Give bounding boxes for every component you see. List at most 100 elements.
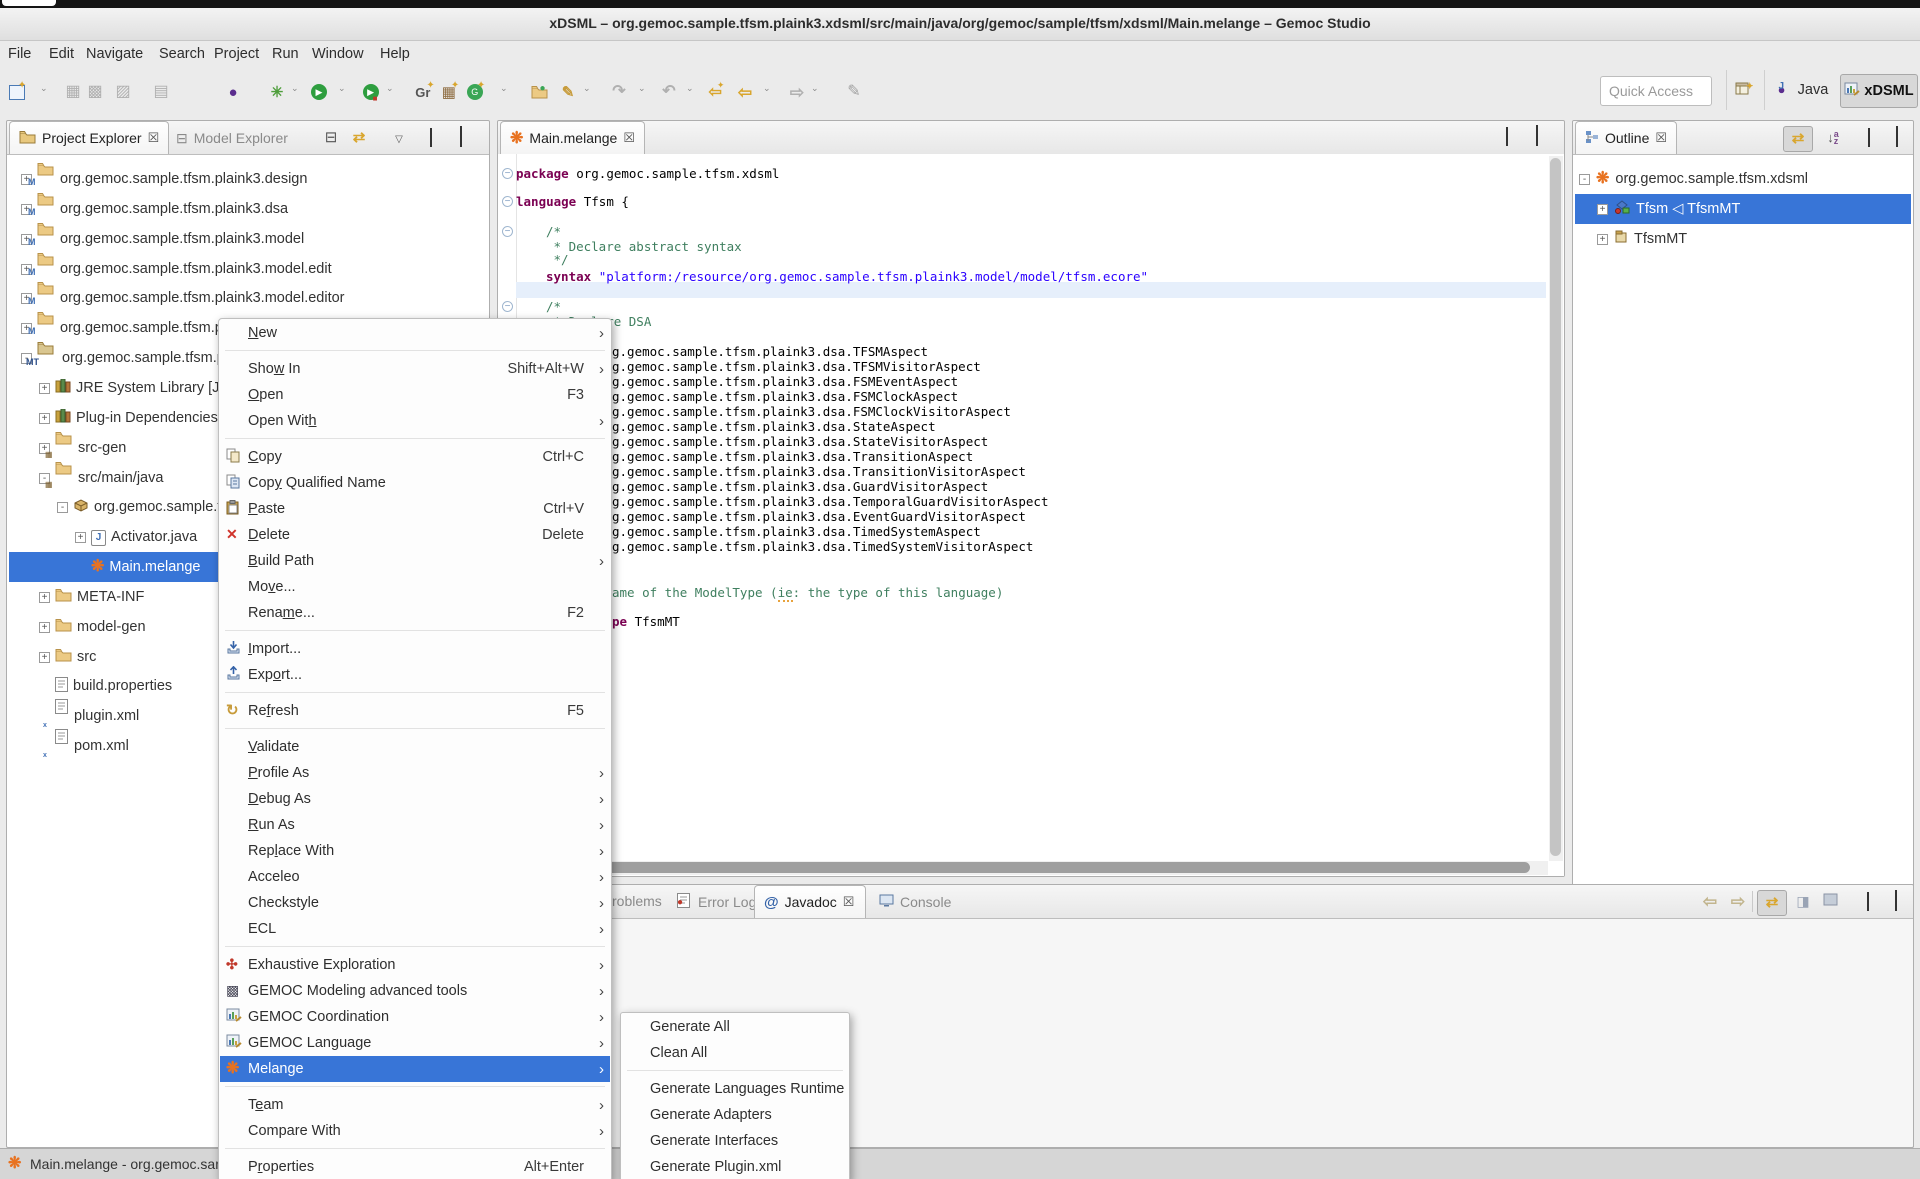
dropdown-chevron-icon[interactable]: ⌄: [338, 83, 346, 94]
panel-button-sort[interactable]: ↓az: [1819, 126, 1847, 150]
back-history-icon[interactable]: ⇦: [738, 81, 752, 103]
run-icon[interactable]: ▶: [311, 81, 327, 103]
tab-console[interactable]: Console: [870, 885, 960, 918]
tab-problems[interactable]: roblems: [612, 893, 662, 909]
expand-icon[interactable]: +: [75, 532, 86, 543]
perspective-xdsml[interactable]: xDSML: [1840, 74, 1918, 108]
dropdown-chevron-icon[interactable]: ⌄: [763, 83, 771, 94]
close-icon[interactable]: ☒: [1655, 130, 1667, 146]
toolbar-button-last-edit-location[interactable]: ⇦✦: [708, 80, 730, 104]
toolbar-button-pencil[interactable]: ✎: [843, 80, 865, 104]
quick-access-input[interactable]: [1600, 76, 1712, 106]
fold-collapse-icon[interactable]: −: [502, 168, 513, 179]
panel-button-minimize[interactable]: [1855, 126, 1883, 150]
menu-item-move-[interactable]: Move...: [220, 574, 610, 600]
menu-item-ecl[interactable]: ECL›: [220, 916, 610, 942]
expand-icon[interactable]: +: [39, 592, 50, 603]
toolbar-button-mark-occurrences[interactable]: ✎: [557, 80, 579, 104]
dropdown-chevron-icon[interactable]: ⌄: [638, 83, 646, 94]
menu-item-generate-interfaces[interactable]: Generate Interfaces: [622, 1128, 848, 1154]
run-external-tools-icon[interactable]: ▶■: [363, 81, 384, 103]
menubar-item-help[interactable]: Help: [380, 46, 410, 62]
menubar-item-project[interactable]: Project: [214, 46, 259, 62]
panel-button-minimize[interactable]: [1854, 890, 1882, 914]
menubar-item-navigate[interactable]: Navigate: [86, 46, 143, 62]
editor-maximize-button[interactable]: [1528, 129, 1546, 145]
menu-item-clean-all[interactable]: Clean All: [622, 1040, 848, 1066]
panel-button-maximize[interactable]: [449, 127, 473, 149]
menubar-item-edit[interactable]: Edit: [49, 46, 74, 62]
load-model-icon[interactable]: ●: [531, 81, 554, 103]
toolbar-button-next-annotation[interactable]: ↷: [608, 80, 630, 104]
previous-annotation-icon[interactable]: ↶: [662, 81, 675, 103]
tab-model-explorer[interactable]: ⊟Model Explorer: [167, 121, 297, 154]
vertical-scrollbar[interactable]: [1549, 156, 1563, 861]
pencil-icon[interactable]: ✎: [847, 81, 860, 103]
dropdown-chevron-icon[interactable]: ⌄: [686, 83, 694, 94]
mark-occurrences-icon[interactable]: ✎: [562, 81, 575, 103]
menu-item-new[interactable]: New›: [220, 320, 610, 346]
menu-item-generate-all[interactable]: Generate All: [622, 1014, 848, 1040]
menu-item-rename-[interactable]: Rename...F2: [220, 600, 610, 626]
expand-icon[interactable]: +: [1597, 234, 1608, 245]
editor-content[interactable]: package org.gemoc.sample.tfsm.xdsml−lang…: [498, 154, 1564, 876]
menubar-item-window[interactable]: Window: [312, 46, 364, 62]
menu-item-open[interactable]: OpenF3: [220, 382, 610, 408]
close-icon[interactable]: ☒: [148, 130, 160, 146]
menu-item-copy[interactable]: CopyCtrl+C: [220, 444, 610, 470]
tree-item-org-gemoc-sample-tfsm-plaink3-model[interactable]: +Morg.gemoc.sample.tfsm.plaink3.model: [9, 224, 487, 254]
expand-icon[interactable]: +: [39, 383, 50, 394]
expand-icon[interactable]: +: [1597, 204, 1608, 215]
vertical-scrollbar-thumb[interactable]: [1550, 158, 1561, 856]
save-all-icon[interactable]: ▩: [87, 81, 102, 103]
panel-button-back[interactable]: ⇦: [1696, 890, 1724, 914]
tab-project-explorer[interactable]: Project Explorer☒: [9, 121, 169, 154]
menu-item-generate-adapters[interactable]: Generate Adapters: [622, 1102, 848, 1128]
outline-item-tfsm-tfsmmt[interactable]: +Tfsm ◁ TfsmMT: [1575, 194, 1911, 224]
menu-item-copy-qualified-name[interactable]: Copy Qualified Name: [220, 470, 610, 496]
menu-item-gemoc-modeling-advanced-tools[interactable]: ▩GEMOC Modeling advanced tools›: [220, 978, 610, 1004]
dropdown-chevron-icon[interactable]: ⌄: [40, 83, 48, 94]
menu-item-compare-with[interactable]: Compare With›: [220, 1118, 610, 1144]
menu-item-refresh[interactable]: ↻RefreshF5: [220, 698, 610, 724]
menu-item-profile-as[interactable]: Profile As›: [220, 760, 610, 786]
toolbar-button-previous-annotation[interactable]: ↶: [658, 80, 680, 104]
panel-button-minimize[interactable]: [419, 127, 443, 149]
menu-item-gemoc-coordination[interactable]: GEMOC Coordination›: [220, 1004, 610, 1030]
dropdown-chevron-icon[interactable]: ⌄: [386, 83, 394, 94]
next-annotation-icon[interactable]: ↷: [612, 81, 625, 103]
menu-item-import-[interactable]: Import...: [220, 636, 610, 662]
tab-main-melange[interactable]: ❋Main.melange☒: [500, 121, 645, 154]
menubar-item-file[interactable]: File: [8, 46, 31, 62]
menu-item-open-with[interactable]: Open With›: [220, 408, 610, 434]
menu-item-gemoc-language[interactable]: GEMOC Language›: [220, 1030, 610, 1056]
new-gemoc-project-icon[interactable]: Gr✦: [415, 81, 439, 103]
close-icon[interactable]: ☒: [623, 130, 635, 146]
panel-button-pin-console[interactable]: ◨: [1789, 890, 1817, 914]
external-java-icon[interactable]: ●: [228, 81, 237, 103]
menu-item-export-[interactable]: Export...: [220, 662, 610, 688]
new-wizard-icon[interactable]: ✦: [9, 81, 33, 103]
collapse-icon[interactable]: -: [57, 502, 68, 513]
expand-icon[interactable]: +: [39, 622, 50, 633]
toolbar-button-save[interactable]: ▦: [62, 80, 84, 104]
panel-button-link-with-editor[interactable]: ⇄: [347, 127, 371, 149]
menu-item-debug-as[interactable]: Debug As›: [220, 786, 610, 812]
menu-item-melange[interactable]: ❋Melange›: [220, 1056, 610, 1082]
tab-outline[interactable]: Outline☒: [1575, 121, 1677, 154]
save-icon[interactable]: ▦: [65, 81, 80, 103]
print-icon[interactable]: ▤: [153, 81, 168, 103]
fold-collapse-icon[interactable]: −: [502, 196, 513, 207]
perspective-java[interactable]: ●JJava: [1772, 76, 1834, 104]
tree-item-org-gemoc-sample-tfsm-plaink3-model-edit[interactable]: +Morg.gemoc.sample.tfsm.plaink3.model.ed…: [9, 254, 487, 284]
horizontal-scrollbar-thumb[interactable]: [502, 862, 1530, 873]
debug-icon[interactable]: ✳: [271, 81, 284, 103]
menu-item-validate[interactable]: Validate: [220, 734, 610, 760]
editor-minimize-button[interactable]: [1498, 129, 1516, 145]
toolbar-button-new-package[interactable]: ▦✦: [442, 80, 464, 104]
menu-item-acceleo[interactable]: Acceleo›: [220, 864, 610, 890]
tree-item-org-gemoc-sample-tfsm-plaink3-dsa[interactable]: +Morg.gemoc.sample.tfsm.plaink3.dsa: [9, 194, 487, 224]
toolbar-button-back-history[interactable]: ⇦: [734, 80, 756, 104]
last-edit-location-icon[interactable]: ⇦✦: [709, 81, 730, 103]
menu-item-replace-with[interactable]: Replace With›: [220, 838, 610, 864]
